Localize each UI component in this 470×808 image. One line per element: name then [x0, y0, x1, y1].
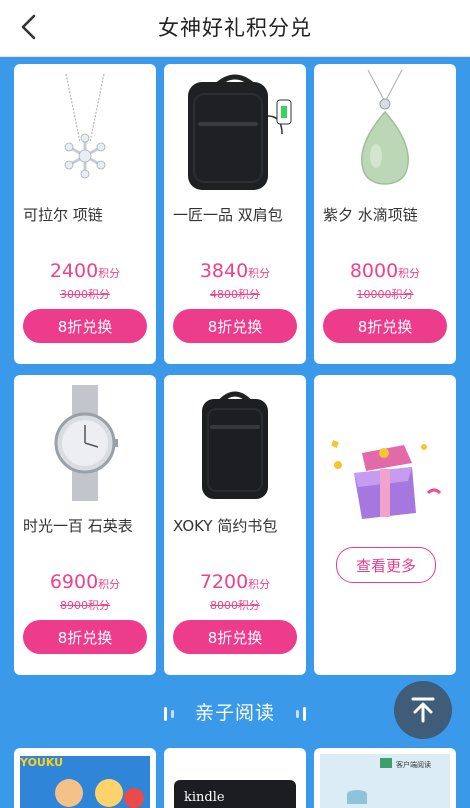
- price-value: 2400: [49, 260, 99, 282]
- redeem-button[interactable]: 8折兑换: [173, 309, 297, 343]
- redeem-button[interactable]: 8折兑换: [323, 309, 447, 343]
- product-card[interactable]: 紫夕 水滴项链 8000积分 10000积分 8折兑换: [314, 64, 456, 364]
- black-backpack-image: [188, 74, 292, 190]
- product-name: XOKY 简约书包: [173, 517, 278, 535]
- product-name: 可拉尔 项链: [23, 206, 103, 224]
- redeem-button[interactable]: 8折兑换: [23, 620, 147, 654]
- right-decoration-icon: [296, 706, 307, 721]
- price-unit: 积分: [398, 267, 421, 280]
- snowflake-necklace-image: [64, 73, 106, 179]
- price-unit: 积分: [248, 578, 271, 591]
- original-price: 8000积分: [210, 599, 260, 612]
- cartoon-figures-icon: [55, 779, 144, 808]
- redeem-button[interactable]: 8折兑换: [173, 620, 297, 654]
- left-decoration-icon: [163, 706, 174, 721]
- coin-stack-icon: [347, 790, 367, 804]
- product-name: 时光一百 石英表: [23, 517, 133, 535]
- app-logo-icon: [380, 758, 392, 768]
- ebook-label: 客户端阅读: [396, 761, 431, 769]
- product-card[interactable]: 一匠一品 双肩包 3840积分 4800积分 8折兑换: [164, 64, 306, 364]
- product-card[interactable]: 时光一百 石英表 6900积分 8900积分 8折兑换: [14, 375, 156, 675]
- kindle-label: kindle: [184, 790, 225, 805]
- product-card[interactable]: XOKY 简约书包 7200积分 8000积分 8折兑换: [164, 375, 306, 675]
- reading-card[interactable]: YOUKU: [14, 748, 156, 808]
- product-name: 一匠一品 双肩包: [173, 206, 283, 224]
- view-more-button[interactable]: 查看更多: [336, 547, 436, 583]
- black-schoolbag-image: [202, 391, 268, 499]
- price-unit: 积分: [98, 578, 121, 591]
- original-price: 3000积分: [60, 288, 110, 301]
- original-price: 4800积分: [210, 288, 260, 301]
- price-value: 8000: [349, 260, 399, 282]
- product-price: 8000积分: [314, 260, 456, 282]
- price-value: 3840: [199, 260, 249, 282]
- more-card[interactable]: 查看更多: [314, 375, 456, 675]
- gift-box-icon: [331, 440, 442, 519]
- section-title-text: 亲子阅读: [194, 702, 275, 724]
- jade-pendant-image: [361, 69, 409, 185]
- product-name: 紫夕 水滴项链: [323, 206, 418, 224]
- product-price: 3840积分: [164, 260, 306, 282]
- reading-card[interactable]: kindle: [164, 748, 306, 808]
- product-price: 6900积分: [14, 571, 156, 593]
- price-unit: 积分: [98, 267, 121, 280]
- reading-card[interactable]: 客户端阅读: [314, 748, 456, 808]
- product-card[interactable]: 可拉尔 项链 2400积分 3000积分 8折兑换: [14, 64, 156, 364]
- price-value: 7200: [199, 571, 249, 593]
- price-unit: 积分: [248, 267, 271, 280]
- scroll-to-top-button[interactable]: [394, 681, 452, 739]
- price-value: 6900: [49, 571, 99, 593]
- product-price: 7200积分: [164, 571, 306, 593]
- product-grid: 可拉尔 项链 2400积分 3000积分 8折兑换 一匠一品 双肩包 3840积…: [0, 0, 470, 800]
- original-price: 10000积分: [356, 288, 414, 301]
- original-price: 8900积分: [60, 599, 110, 612]
- silver-watch-image: [54, 385, 118, 501]
- product-price: 2400积分: [14, 260, 156, 282]
- arrow-up-icon: [411, 697, 435, 723]
- redeem-button[interactable]: 8折兑换: [23, 309, 147, 343]
